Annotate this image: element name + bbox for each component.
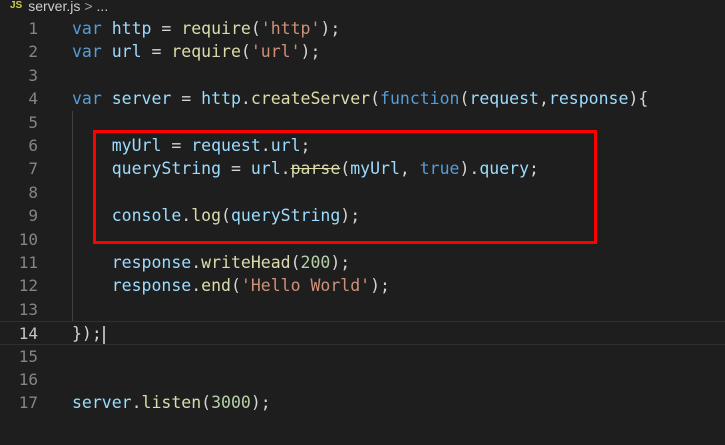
line-number: 16 xyxy=(18,370,38,389)
line-text: var server = http.createServer(function(… xyxy=(72,89,649,109)
line-text: var url = require('url'); xyxy=(72,42,321,62)
code-line-3[interactable]: 3 xyxy=(0,64,725,87)
line-number: 13 xyxy=(18,299,38,319)
code-line-6[interactable]: 6 myUrl = request.url; xyxy=(0,134,725,157)
code-line-10[interactable]: 10 xyxy=(0,228,725,251)
line-number: 2 xyxy=(28,42,38,62)
line-number: 10 xyxy=(18,229,38,249)
line-number: 8 xyxy=(28,182,38,202)
code-line-9[interactable]: 9 console.log(queryString); xyxy=(0,204,725,227)
line-number: 6 xyxy=(28,136,38,155)
code-line-8[interactable]: 8 xyxy=(0,181,725,204)
breadcrumb-symbols[interactable]: ... xyxy=(97,0,109,14)
line-number: 15 xyxy=(18,346,38,366)
line-text: }); xyxy=(72,322,105,345)
code-line-15[interactable]: 15 xyxy=(0,345,725,368)
code-line-17[interactable]: 17 server.listen(3000); xyxy=(0,391,725,414)
line-number: 1 xyxy=(28,19,38,38)
code-line-1[interactable]: 1 var http = require('http'); xyxy=(0,17,725,40)
javascript-file-icon: JS xyxy=(10,0,23,11)
code-line-12[interactable]: 12 response.end('Hello World'); xyxy=(0,274,725,297)
line-number: 7 xyxy=(28,159,38,179)
line-number: 17 xyxy=(18,393,38,413)
line-text: myUrl = request.url; xyxy=(111,136,311,155)
line-text: var http = require('http'); xyxy=(72,19,341,38)
line-text: response.end('Hello World'); xyxy=(111,276,390,296)
line-text: console.log(queryString); xyxy=(111,206,361,226)
breadcrumb: JS server.js > ... xyxy=(0,0,725,16)
code-line-16[interactable]: 16 xyxy=(0,368,725,391)
code-line-14[interactable]: 14 }); xyxy=(0,321,725,345)
text-cursor xyxy=(102,325,105,344)
line-number: 5 xyxy=(28,112,38,132)
line-number: 14 xyxy=(18,324,38,344)
code-line-11[interactable]: 11 response.writeHead(200); xyxy=(0,251,725,274)
code-editor[interactable]: 1 var http = require('http'); 2 var url … xyxy=(0,17,725,445)
code-line-5[interactable]: 5 xyxy=(0,111,725,134)
code-line-13[interactable]: 13 xyxy=(0,298,725,321)
chevron-right-icon: > xyxy=(84,0,93,14)
line-text: response.writeHead(200); xyxy=(111,253,351,272)
line-number: 3 xyxy=(28,65,38,85)
line-text: queryString = url.parse(myUrl, true).que… xyxy=(111,159,539,179)
code-line-4[interactable]: 4 var server = http.createServer(functio… xyxy=(0,87,725,110)
line-number: 9 xyxy=(28,206,38,226)
code-line-2[interactable]: 2 var url = require('url'); xyxy=(0,40,725,63)
code-line-7[interactable]: 7 queryString = url.parse(myUrl, true).q… xyxy=(0,157,725,180)
line-text: server.listen(3000); xyxy=(72,393,271,413)
line-number: 4 xyxy=(28,89,38,109)
line-number: 11 xyxy=(18,253,38,272)
breadcrumb-file-name[interactable]: server.js xyxy=(28,0,80,14)
line-number: 12 xyxy=(18,276,38,296)
